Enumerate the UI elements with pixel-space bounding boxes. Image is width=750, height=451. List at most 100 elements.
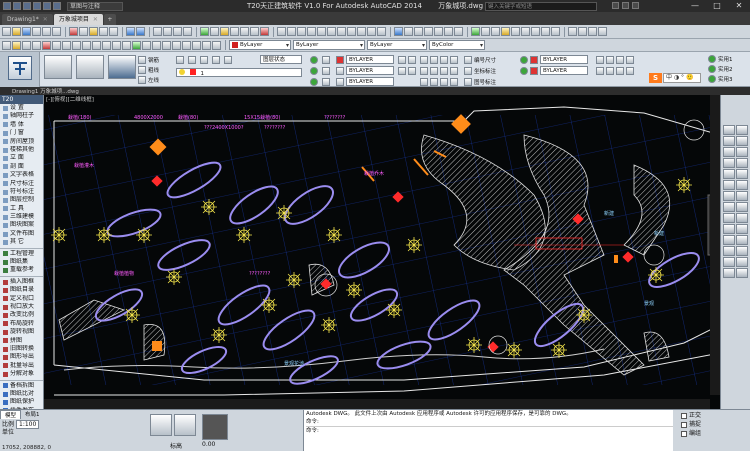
linetype-dropdown[interactable]: ByLayer bbox=[293, 40, 365, 50]
modify-tool-icon[interactable] bbox=[736, 125, 748, 135]
open-file-icon[interactable] bbox=[23, 2, 31, 10]
view-a-icon[interactable] bbox=[596, 56, 604, 64]
modify-tool-icon[interactable] bbox=[736, 246, 748, 256]
view-f-icon[interactable] bbox=[606, 67, 614, 75]
palette-item[interactable]: 备档拆图 bbox=[0, 382, 43, 390]
markup-icon[interactable] bbox=[240, 27, 249, 36]
modify-tool-icon[interactable] bbox=[723, 235, 735, 245]
drawing-canvas[interactable]: 4800X2000 栽植(80) 15X15栽植(80) 栽植(180) 栽植灌… bbox=[44, 95, 720, 409]
view-e-icon[interactable] bbox=[596, 67, 604, 75]
ribbon-column-button[interactable] bbox=[108, 55, 136, 79]
palette-item[interactable]: 图纸比对 bbox=[0, 390, 43, 398]
copy-icon[interactable] bbox=[79, 27, 88, 36]
dim-baseline-icon[interactable] bbox=[367, 27, 376, 36]
hatch-icon[interactable] bbox=[588, 27, 597, 36]
new-icon[interactable] bbox=[2, 27, 11, 36]
status-tool-c[interactable] bbox=[202, 414, 228, 440]
palette-item[interactable]: 墙 体 bbox=[0, 121, 43, 129]
zoom-window-icon[interactable] bbox=[173, 27, 182, 36]
layer-iso-icon[interactable] bbox=[92, 40, 101, 50]
modify-tool-icon[interactable] bbox=[723, 158, 735, 168]
layer-translate-icon[interactable] bbox=[152, 40, 161, 50]
tab-drawing1[interactable]: Drawing1* ✕ bbox=[2, 14, 53, 25]
status-tool-b[interactable] bbox=[174, 414, 196, 436]
palette-item[interactable]: 符号标注 bbox=[0, 188, 43, 196]
ucs-object-icon[interactable] bbox=[434, 27, 443, 36]
pan-icon[interactable] bbox=[153, 27, 162, 36]
dim-e-icon[interactable] bbox=[420, 67, 428, 75]
layer-icon[interactable] bbox=[471, 27, 480, 36]
layer-freeze-icon[interactable] bbox=[224, 56, 232, 64]
light-icon[interactable] bbox=[176, 56, 184, 64]
tool-c-icon[interactable] bbox=[398, 67, 406, 75]
modify-tool-icon[interactable] bbox=[736, 235, 748, 245]
ime-toolbar[interactable]: 中 ◑ ° 🙂 bbox=[663, 73, 701, 83]
layer-walk2-icon[interactable] bbox=[162, 40, 171, 50]
undo-icon[interactable] bbox=[126, 27, 135, 36]
layer-unlock-icon[interactable] bbox=[62, 40, 71, 50]
command-line[interactable]: Autodesk DWG。 此文件上次由 Autodesk 应用程序或 Auto… bbox=[303, 410, 673, 451]
save-icon[interactable] bbox=[33, 2, 41, 10]
ucs-previous-icon[interactable] bbox=[414, 27, 423, 36]
off-layer-icon[interactable] bbox=[322, 78, 330, 86]
dim-h-icon[interactable] bbox=[450, 67, 458, 75]
modify-tool-icon[interactable] bbox=[736, 158, 748, 168]
maximize-button[interactable]: □ bbox=[706, 0, 728, 12]
palette-item[interactable]: 旧图转换 bbox=[0, 345, 43, 353]
minimize-button[interactable]: — bbox=[684, 0, 706, 12]
sogou-ime-icon[interactable]: S bbox=[649, 73, 662, 83]
modify-tool-icon[interactable] bbox=[723, 169, 735, 179]
current-layer-combo[interactable]: 1 bbox=[176, 68, 302, 77]
layer-manager-icon[interactable] bbox=[2, 40, 11, 50]
vertical-scrollbar[interactable] bbox=[710, 95, 720, 395]
layer-thaw-icon[interactable] bbox=[72, 40, 81, 50]
modify-tool-icon[interactable] bbox=[723, 246, 735, 256]
color-prop-combo[interactable]: BYLAYER bbox=[346, 55, 394, 64]
block-editor-icon[interactable] bbox=[109, 27, 118, 36]
freeze-vp-icon[interactable] bbox=[310, 78, 318, 86]
layer-lock2-icon[interactable] bbox=[32, 40, 41, 50]
dim-b-icon[interactable] bbox=[430, 56, 438, 64]
lineweight-prop-icon[interactable] bbox=[336, 78, 344, 86]
tab-layout1[interactable]: 布局1 bbox=[21, 410, 44, 418]
lock-icon[interactable] bbox=[200, 56, 208, 64]
help-icon[interactable] bbox=[632, 2, 639, 9]
view-b-icon[interactable] bbox=[606, 56, 614, 64]
dim-i-icon[interactable] bbox=[420, 78, 428, 86]
match-prop-icon[interactable] bbox=[99, 27, 108, 36]
search-input[interactable]: 键入关键字或短语 bbox=[485, 2, 597, 11]
prev-layer-icon[interactable] bbox=[322, 56, 330, 64]
preview-icon[interactable] bbox=[42, 27, 51, 36]
modify-tool-icon[interactable] bbox=[723, 213, 735, 223]
palette-item[interactable]: 分解对象 bbox=[0, 370, 43, 378]
util1-icon[interactable] bbox=[708, 55, 716, 63]
state-color-icon[interactable] bbox=[530, 56, 538, 64]
print-icon[interactable] bbox=[32, 27, 41, 36]
publish-icon[interactable] bbox=[52, 27, 61, 36]
palette-item[interactable]: 尺寸标注 bbox=[0, 180, 43, 188]
linetype-prop-combo[interactable]: BYLAYER bbox=[346, 66, 394, 75]
state-on2-icon[interactable] bbox=[520, 67, 528, 75]
color-dropdown[interactable]: ByLayer bbox=[229, 40, 291, 50]
paste-icon[interactable] bbox=[89, 27, 98, 36]
palette-item[interactable]: 设 置 bbox=[0, 104, 43, 112]
modify-tool-icon[interactable] bbox=[723, 224, 735, 234]
design-center-icon[interactable] bbox=[210, 27, 219, 36]
layer-bulb-icon[interactable] bbox=[12, 40, 21, 50]
modify-tool-icon[interactable] bbox=[723, 125, 735, 135]
dim-jogged-icon[interactable] bbox=[327, 27, 336, 36]
modify-tool-icon[interactable] bbox=[723, 257, 735, 267]
help-icon[interactable] bbox=[260, 27, 269, 36]
palette-item[interactable]: 图纸保护 bbox=[0, 398, 43, 406]
tool-palette-icon[interactable] bbox=[220, 27, 229, 36]
sheet-icon[interactable] bbox=[464, 78, 472, 86]
zoom-realtime-icon[interactable] bbox=[163, 27, 172, 36]
palette-item[interactable]: 图纸目录 bbox=[0, 286, 43, 294]
layer-match-icon[interactable] bbox=[531, 27, 540, 36]
ribbon-door-button[interactable] bbox=[76, 55, 104, 79]
layer-state-icon[interactable] bbox=[481, 27, 490, 36]
tool-a-icon[interactable] bbox=[398, 56, 406, 64]
snap-toggle[interactable]: 捕捉 bbox=[681, 420, 749, 429]
open-icon[interactable] bbox=[12, 27, 21, 36]
view-d-icon[interactable] bbox=[626, 56, 634, 64]
